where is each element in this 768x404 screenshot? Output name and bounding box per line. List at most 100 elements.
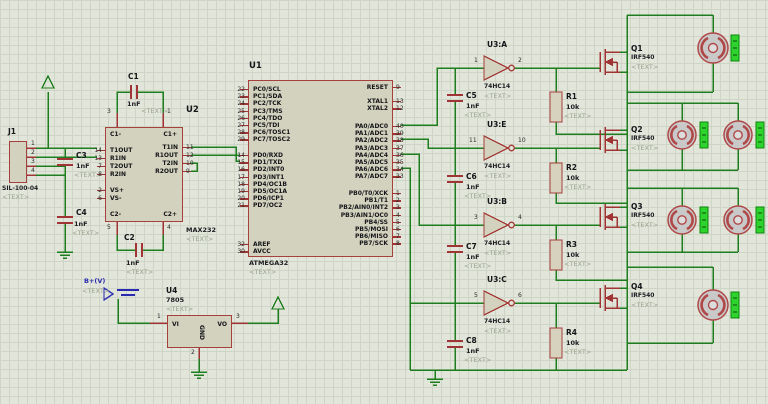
resistor-ref: R3 xyxy=(566,240,577,249)
placeholder-text: <TEXT> xyxy=(464,111,492,119)
pin-number: 2 xyxy=(191,349,195,356)
pin-row: 4 PB3/AIN1/OC0 xyxy=(249,212,401,219)
connector-pin-number: 4 xyxy=(31,167,35,174)
pin-name: C2+ xyxy=(163,211,177,218)
pin-name: VS- xyxy=(110,195,122,202)
pin-row: 37 PA3/ADC3 xyxy=(249,145,404,152)
pin-number: 29 xyxy=(237,136,245,144)
pin-name: PC4/TDO xyxy=(253,114,283,122)
mosfet-symbols[interactable] xyxy=(599,49,620,311)
pin-number: 39 xyxy=(396,130,404,138)
mosfet-ref: Q2 xyxy=(631,125,643,134)
placeholder-text: <TEXT> xyxy=(464,262,492,270)
schematic-canvas: J1 SIL-100-04 <TEXT> 1 2 3 4 C3 1nF <TEX… xyxy=(0,0,768,404)
pin-name: PA2/ADC2 xyxy=(354,137,388,145)
pin-number: 16 xyxy=(237,166,245,174)
gate-type: 74HC14 xyxy=(484,163,511,170)
pin-number: 9 xyxy=(396,84,400,91)
ic-max232[interactable]: C1- C1+ C2- C2+ 14 T1OUT 13 R1IN 7 T2OUT… xyxy=(94,127,194,222)
cap-value: 1nF xyxy=(466,102,480,110)
cap-ref: C2 xyxy=(124,233,135,242)
pin-row: 34 PA6/ADC6 xyxy=(249,166,404,173)
resistor-value: 10k xyxy=(566,103,580,111)
pin-number: 37 xyxy=(396,144,404,152)
placeholder-text: <TEXT> xyxy=(484,249,512,257)
connector-j1[interactable] xyxy=(9,141,27,183)
pin-name: C1- xyxy=(110,131,122,138)
pin-number: 28 xyxy=(237,129,245,137)
ic-value: ATMEGA32 xyxy=(249,259,289,267)
pin-row: 35 PA5/ADC5 xyxy=(249,158,404,166)
pin-name: PA7/ADC7 xyxy=(354,173,388,181)
pin-number: 13 xyxy=(94,155,102,162)
cap-value: 1nF xyxy=(74,220,88,228)
pin-name: C1+ xyxy=(163,131,177,138)
pin-number: 36 xyxy=(396,151,404,159)
cap-value: 1nF xyxy=(466,253,480,261)
pin-name: VO xyxy=(217,321,227,328)
pin-row: 18 PD4/OC1B xyxy=(237,181,392,188)
pin-number: 9 xyxy=(186,168,190,175)
motor-icons[interactable] xyxy=(667,32,753,321)
pin-row: 10 T2IN xyxy=(106,160,193,168)
cap-value: 1nF xyxy=(126,259,140,267)
cap-ref: C6 xyxy=(466,172,477,181)
ic-value: 7805 xyxy=(166,296,185,304)
pin-number: 1 xyxy=(474,57,478,64)
pin-number: 27 xyxy=(237,121,245,129)
pin-number: 6 xyxy=(98,195,102,202)
pin-number: 23 xyxy=(237,93,245,101)
pin-number: 19 xyxy=(237,187,245,195)
pin-number: 4 xyxy=(518,214,522,221)
pin-name: PA0/ADC0 xyxy=(354,123,388,130)
gate-ref: U3:C xyxy=(487,275,507,284)
pin-name: PB0/T0/XCK xyxy=(348,190,388,197)
pin-name: XTAL1 xyxy=(367,98,388,105)
resistor-ref: R4 xyxy=(566,328,577,337)
mosfet-value: IRF540 xyxy=(631,135,655,142)
pin-number: 1 xyxy=(157,313,161,320)
placeholder-text: <TEXT> xyxy=(484,92,512,100)
pin-number: 11 xyxy=(186,144,194,151)
resistor-value: 10k xyxy=(566,339,580,347)
placeholder-text: <TEXT> xyxy=(141,107,169,115)
ic-ref: U1 xyxy=(249,61,262,71)
pin-number: 3 xyxy=(107,108,111,115)
pin-row: 38 PA2/ADC2 xyxy=(249,137,404,145)
gate-type: 74HC14 xyxy=(484,318,511,325)
placeholder-text: <TEXT> xyxy=(72,229,100,237)
ic-7805[interactable]: VI VO GND xyxy=(167,315,232,348)
pin-number: 13 xyxy=(396,98,404,105)
pin-name: PA5/ADC5 xyxy=(354,158,388,166)
pin-number: 21 xyxy=(237,202,245,210)
pin-name: T2IN xyxy=(162,160,178,167)
pin-number: 2 xyxy=(98,187,102,194)
pin-name: PA4/ADC4 xyxy=(354,151,388,159)
pin-number: 35 xyxy=(396,158,404,166)
pin-number: 3 xyxy=(396,204,400,212)
cap-value: 1nF xyxy=(466,347,480,355)
pin-number: 24 xyxy=(237,100,245,108)
connector-pin-number: 3 xyxy=(31,158,35,165)
ic-atmega32[interactable]: 22 PC0/SCL 23 PC1/SDA 24 PC2/TCK 25 PC3/… xyxy=(237,80,404,257)
mosfet-ref: Q4 xyxy=(631,282,643,291)
pin-number: 15 xyxy=(237,159,245,167)
placeholder-text: <TEXT> xyxy=(186,235,214,243)
pin-number: 12 xyxy=(396,105,404,113)
connector-ref: J1 xyxy=(8,127,17,136)
placeholder-text: <TEXT> xyxy=(464,356,492,364)
cap-ref: C4 xyxy=(76,208,87,217)
placeholder-text: <TEXT> xyxy=(249,268,277,276)
mosfet-value: IRF540 xyxy=(631,292,655,299)
pin-row: 30 AVCC xyxy=(237,248,392,255)
pin-name: PB5/MOSI xyxy=(355,225,388,233)
motor-state-badges xyxy=(699,34,765,319)
resistor-ref: R2 xyxy=(566,163,577,172)
pin-row: 1 PB0/T0/XCK xyxy=(249,190,401,197)
pin-number: 17 xyxy=(237,173,245,181)
pin-number: 40 xyxy=(396,123,404,130)
pin-name: PB7/SCK xyxy=(359,240,388,248)
pin-number: 8 xyxy=(98,171,102,178)
pin-number: 11 xyxy=(469,137,477,144)
gate-type: 74HC14 xyxy=(484,83,511,90)
